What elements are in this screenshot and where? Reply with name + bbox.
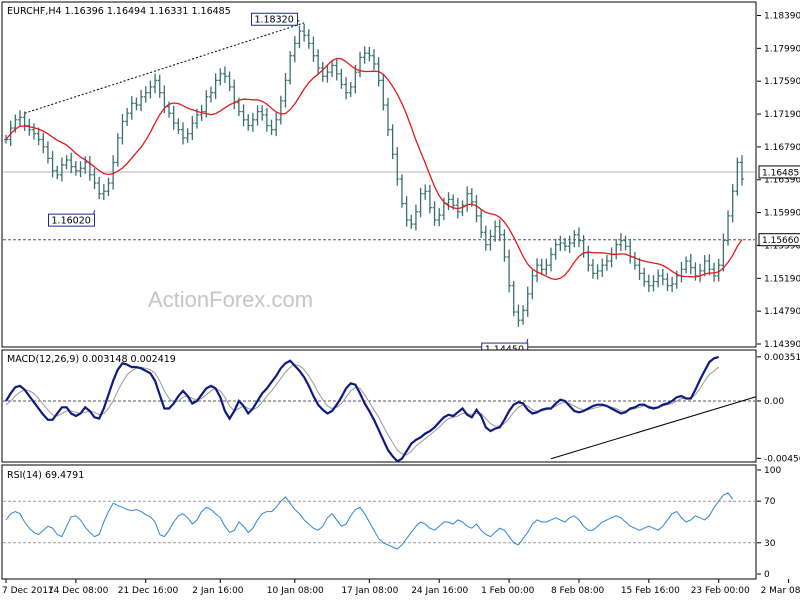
chart-svg: EURCHF,H4 1.16396 1.16494 1.16331 1.1648… (1, 1, 800, 596)
price-axis-label: 1.18390 (764, 11, 800, 21)
time-axis-label: 2 Mar 08:00 (761, 586, 800, 596)
rsi-axis-label: 70 (764, 497, 776, 507)
macd-axis-label: -0.004569 (764, 454, 800, 464)
time-axis-label: 15 Feb 16:00 (621, 586, 680, 596)
rsi-axis-label: 0 (764, 570, 770, 580)
rsi-panel-frame (1, 464, 757, 580)
macd-axis-label: 0.00 (764, 397, 784, 407)
time-axis: 7 Dec 201714 Dec 08:00 21 Dec 16:00 2 Jan … (2, 579, 800, 596)
time-axis-label: 21 Dec 16:00 (118, 586, 179, 596)
time-axis-label: 14 Dec 08:00 (48, 586, 109, 596)
time-axis-label: 1 Feb 00:00 (481, 586, 535, 596)
watermark: ActionForex.com (148, 287, 313, 312)
price-axis-label: 1.15990 (764, 209, 800, 219)
macd-axis-label: 0.003516 (764, 353, 800, 363)
time-axis-label: 24 Jan 16:00 (411, 586, 468, 596)
price-axis-label: 1.17190 (764, 110, 800, 120)
price-annotation: 1.18320 (250, 12, 300, 26)
time-axis-label: 2 Jan 16:00 (192, 586, 244, 596)
rsi-axis-label: 100 (764, 466, 781, 476)
price-axis-label: 1.17590 (764, 77, 800, 87)
time-axis-label: 8 Feb 08:00 (551, 586, 605, 596)
support-level-tag: 1.15660 (758, 233, 800, 247)
current-price-tag-text: 1.16485 (762, 168, 799, 178)
price-panel-title: EURCHF,H4 1.16396 1.16494 1.16331 1.1648… (7, 6, 231, 17)
price-axis-label: 1.16790 (764, 143, 800, 153)
rsi-axis-label: 30 (764, 539, 776, 549)
rsi-panel-title: RSI(14) 69.4791 (7, 470, 84, 481)
price-axis-label: 1.14790 (764, 307, 800, 317)
price-axis-label: 1.17990 (764, 44, 800, 54)
current-price-tag: 1.16485 (758, 165, 800, 179)
price-panel: EURCHF,H4 1.16396 1.16494 1.16331 1.1648… (1, 1, 800, 356)
macd-axis: 0.003516 0.00 -0.004569 (757, 353, 800, 464)
support-level-tag-text: 1.15660 (762, 236, 799, 246)
price-panel-frame (1, 1, 757, 348)
price-annotation-label: 1.16020 (52, 216, 91, 227)
rsi-axis: 100 70 30 0 (757, 466, 781, 580)
rsi-panel: RSI(14) 69.4791 100 70 30 0 (1, 464, 781, 580)
price-axis: 1.183901.179901.175901.171901.167901.163… (757, 11, 800, 350)
time-axis-label: 10 Jan 08:00 (267, 586, 324, 596)
time-axis-label: 23 Feb 00:00 (691, 586, 750, 596)
macd-panel: MACD(12,26,9) 0.003148 0.002419 0.003516… (1, 349, 800, 464)
macd-panel-title: MACD(12,26,9) 0.003148 0.002419 (7, 354, 176, 365)
price-annotation-label: 1.18320 (254, 15, 293, 26)
time-axis-label: 17 Jan 08:00 (341, 586, 398, 596)
time-axis-label: 7 Dec 2017 (2, 586, 54, 596)
price-axis-label: 1.15190 (764, 274, 800, 284)
price-axis-label: 1.14390 (764, 340, 800, 350)
